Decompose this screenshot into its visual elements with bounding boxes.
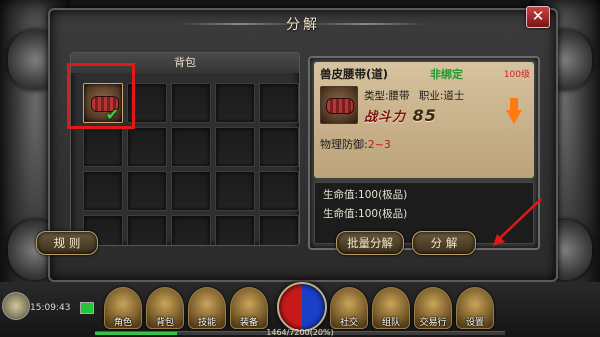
- exp-bar-fill: [95, 332, 177, 335]
- phys-defense-label: 物理防御:: [320, 138, 368, 151]
- bag-slot[interactable]: [171, 127, 211, 167]
- stat-line: 生命值:100(极品): [323, 208, 408, 220]
- bag-slot[interactable]: [215, 171, 255, 211]
- menu-label: 角色: [113, 318, 132, 328]
- combat-power: 战斗力 85: [364, 106, 437, 125]
- phys-defense: 物理防御:2~3: [320, 136, 391, 152]
- bag-slot[interactable]: [127, 171, 167, 211]
- highlight-box: [67, 63, 135, 129]
- battery-icon: [80, 302, 94, 314]
- level-badge: 100级: [503, 70, 530, 80]
- menu-label: 社交: [339, 318, 358, 328]
- bag-slot[interactable]: [215, 127, 255, 167]
- menu-trade-button[interactable]: 交易行: [414, 287, 452, 329]
- item-type-line: 类型:腰带 职业:道士: [364, 88, 470, 103]
- bag-slot[interactable]: [171, 215, 211, 245]
- clock: 15:09:43: [30, 303, 71, 313]
- menu-label: 装备: [239, 318, 258, 328]
- item-profession: 职业:道士: [418, 90, 465, 102]
- decompose-button[interactable]: 分 解: [412, 231, 476, 255]
- bag-slot[interactable]: [127, 127, 167, 167]
- title-bar: 分解 ✕: [50, 6, 556, 38]
- batch-decompose-button[interactable]: 批量分解: [336, 231, 404, 255]
- menu-equip-button[interactable]: 装备: [230, 287, 268, 329]
- bag-slot[interactable]: [259, 171, 299, 211]
- bag-slot[interactable]: [171, 171, 211, 211]
- item-detail-panel: 兽皮腰带(道) 非绑定 100级 类型:腰带 职业:道士 战斗力 85 物理防御…: [308, 56, 540, 250]
- stat-line: 生命值:100(极品): [323, 189, 408, 201]
- decompose-window: 分解 ✕ 背包 ✔ 兽皮腰带(道) 非绑定 100级 类型:腰带 职业:道士 战…: [48, 6, 558, 282]
- bag-slot[interactable]: [171, 83, 211, 123]
- menu-social-button[interactable]: 社交: [330, 287, 368, 329]
- combat-power-value: 85: [412, 106, 437, 125]
- menu-skill-button[interactable]: 技能: [188, 287, 226, 329]
- bag-slot[interactable]: [83, 171, 123, 211]
- menu-label: 交易行: [419, 318, 447, 328]
- menu-settings-button[interactable]: 设置: [456, 287, 494, 329]
- downgrade-arrow-icon: [506, 98, 522, 126]
- menu-character-button[interactable]: 角色: [104, 287, 142, 329]
- item-icon: [320, 86, 358, 124]
- menu-label: 设置: [465, 318, 484, 328]
- menu-label: 技能: [197, 318, 216, 328]
- belt-item-icon: [326, 98, 354, 114]
- bag-slot[interactable]: [215, 215, 255, 245]
- combat-power-label: 战斗力: [364, 110, 407, 125]
- bag-slot[interactable]: [83, 127, 123, 167]
- bag-slot[interactable]: [259, 83, 299, 123]
- bag-slot[interactable]: [127, 215, 167, 245]
- exp-text: 1464/7200(20%): [266, 328, 334, 337]
- phys-defense-value: 2~3: [367, 138, 391, 151]
- avatar[interactable]: [2, 292, 30, 320]
- menu-label: 组队: [381, 318, 400, 328]
- rules-button[interactable]: 规 则: [36, 231, 98, 255]
- hp-mp-orb: [277, 282, 327, 332]
- close-button[interactable]: ✕: [526, 6, 550, 28]
- title-ornament-right: [306, 23, 426, 25]
- item-name: 兽皮腰带(道): [320, 67, 389, 81]
- bag-slot[interactable]: [215, 83, 255, 123]
- bag-slot[interactable]: [259, 127, 299, 167]
- bag-slot[interactable]: [259, 215, 299, 245]
- item-type: 类型:腰带: [364, 90, 410, 102]
- item-detail-header: 兽皮腰带(道) 非绑定 100级 类型:腰带 职业:道士 战斗力 85 物理防御…: [314, 62, 534, 178]
- bind-status: 非绑定: [430, 68, 463, 81]
- menu-team-button[interactable]: 组队: [372, 287, 410, 329]
- menu-bag-button[interactable]: 背包: [146, 287, 184, 329]
- menu-label: 背包: [155, 318, 174, 328]
- title-ornament-left: [180, 23, 300, 25]
